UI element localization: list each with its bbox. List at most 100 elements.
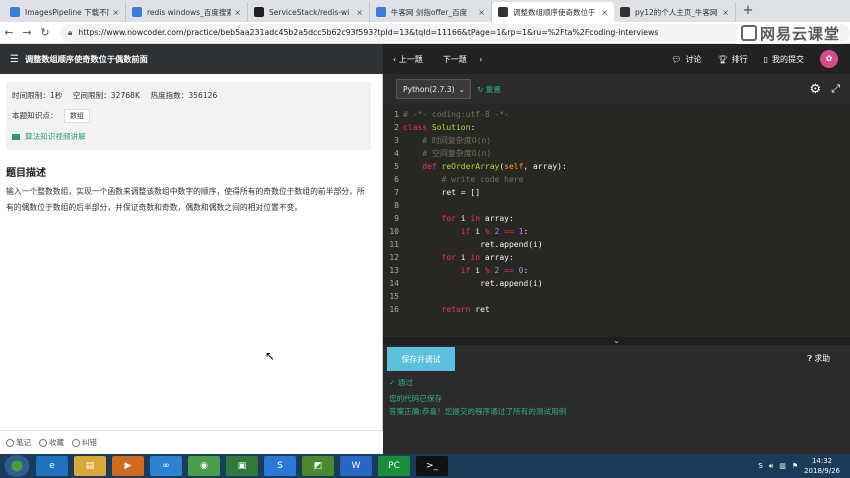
my-submissions-link[interactable]: ▯ 我的提交 [764,54,804,65]
close-tab-icon[interactable]: × [478,8,485,17]
code-line: 8 [383,199,850,212]
system-tray: S 🔊︎ ▥ ⚑ 14:32 2018/9/26 [758,456,850,476]
collapse-console-chevron-icon[interactable]: ⌄ [383,337,850,345]
clock[interactable]: 14:32 2018/9/26 [804,456,840,476]
next-problem-link[interactable]: 下一题 › [443,54,483,65]
line-number: 13 [389,266,399,275]
code-line: 6 # write code here [383,173,850,186]
avatar[interactable]: ✿ [820,50,838,68]
chrome-icon[interactable]: ◉ [188,456,220,476]
code-token: # write code here [403,175,524,184]
memory-limit: 空间限制：32768K [72,91,140,100]
video-icon [12,133,20,140]
volume-icon[interactable]: 🔊︎ [769,462,773,471]
help-button[interactable]: ❓︎ 求助 [807,353,830,364]
code-line: 15 [383,290,850,303]
close-tab-icon[interactable]: × [356,8,363,17]
help-label: 求助 [814,354,830,363]
browser-tab-label: py12的个人主页_牛客网 [635,7,718,17]
close-tab-icon[interactable]: × [722,8,729,17]
close-tab-icon[interactable]: × [112,8,119,17]
ie-icon[interactable]: e [36,456,68,476]
code-token: ret = [] [403,188,481,197]
forward-arrow-icon[interactable]: → [18,26,36,39]
note-icon [6,438,14,447]
heat-index: 热度指数：356126 [150,91,218,100]
favicon-icon [498,7,508,17]
browser-tab[interactable]: 牛客网 剑指offer_百度 × [370,2,492,22]
code-token: array: [484,214,514,223]
fullscreen-icon[interactable]: ⤢ [831,82,840,96]
code-token: for [403,253,461,262]
save-and-debug-button[interactable]: 保存并调试 [387,347,455,371]
url-input[interactable]: 🔒︎ https://www.nowcoder.com/practice/beb… [60,23,850,42]
browser-tab[interactable]: py12的个人主页_牛客网 × [614,2,736,22]
favorite-button[interactable]: 收藏 [39,437,64,448]
next-problem-label: 下一题 [442,54,467,64]
menu-icon[interactable]: ☰ [10,54,19,65]
code-token: if [403,227,476,236]
problem-panel: 时间限制：1秒 空间限制：32768K 热度指数：356126 本题知识点： 数… [0,74,383,454]
watermark-logo: 网易云课堂 [736,22,840,44]
code-editor[interactable]: 1 # -*- coding:utf-8 -*- 2 class Solution: 3… [383,104,850,337]
language-select-value: Python(2.7.3) [403,84,455,94]
problem-footer: 笔记 收藏 纠错 [0,430,383,454]
report-error-button[interactable]: 纠错 [72,437,97,448]
problem-header: ☰ 调整数组顺序使奇数位于偶数前面 [0,44,383,74]
line-number: 9 [394,214,399,223]
code-token: == [504,227,519,236]
browser-tab[interactable]: ServiceStack/redis-wi × [248,2,370,22]
start-button-icon[interactable] [4,455,30,477]
screen-recorder-icon[interactable]: ▣ [226,456,258,476]
saved-message: 您的代码已保存 [389,394,443,403]
url-text: https://www.nowcoder.com/practice/beb5aa… [78,28,659,37]
flag-icon[interactable]: ⚑ [792,462,798,470]
notes-button[interactable]: 笔记 [6,437,31,448]
close-tab-icon[interactable]: × [234,8,241,17]
reset-button[interactable]: ↻ 重置 [477,84,501,95]
browser-tab[interactable]: redis windows_百度搜索 × [126,2,248,22]
browser-tab-label: ImagesPipeline 下载不同 [25,7,110,17]
language-select[interactable]: Python(2.7.3) ⌄ [396,79,471,99]
terminal-icon[interactable]: >_ [416,456,448,476]
discuss-label: 讨论 [685,54,702,64]
code-line: 13 if i % 2 == 0: [383,264,850,277]
video-explanation-link[interactable]: 算法知识视频讲解 [12,131,365,142]
code-line: 16 return ret [383,303,850,316]
code-token: : [523,266,529,275]
video-link-label: 算法知识视频讲解 [25,132,86,141]
document-icon: ▯ [763,54,768,64]
sogou-tray-icon[interactable]: S [758,462,762,470]
media-icon[interactable]: ▶ [112,456,144,476]
network-icon[interactable]: ▥ [779,462,786,470]
code-token: # -*- coding:utf-8 -*- [403,110,509,119]
back-arrow-icon[interactable]: ← [0,26,18,39]
browser-tab-label: ServiceStack/redis-wi [269,7,350,17]
pass-status: ✓ 通过 [389,378,413,387]
wps-icon[interactable]: W [340,456,372,476]
code-token: 2 [494,266,505,275]
favicon-icon [132,7,142,17]
folder-icon[interactable]: ▤ [74,456,106,476]
new-tab-button[interactable]: + [740,2,756,22]
knowledge-tag[interactable]: 数组 [63,109,90,123]
browser-tab-label: redis windows_百度搜索 [147,7,232,17]
browser-tab-label: 牛客网 剑指offer_百度 [391,7,468,17]
gear-icon[interactable]: ⚙ [810,82,822,97]
code-token: : [523,227,529,236]
watermark-text: 网易云课堂 [759,24,840,43]
line-number: 3 [394,136,399,145]
image-viewer-icon[interactable]: ◩ [302,456,334,476]
pycharm-icon[interactable]: PC [378,456,410,476]
baidu-netdisk-icon[interactable]: ∞ [150,456,182,476]
browser-tab[interactable]: 调整数组顺序使奇数位于 × [492,2,614,22]
discuss-link[interactable]: 💬︎ 讨论 [671,54,701,65]
sogou-icon[interactable]: S [264,456,296,476]
reload-icon[interactable]: ↻ [36,26,54,39]
code-token: ret [475,305,490,314]
browser-tab[interactable]: ImagesPipeline 下载不同 × [4,2,126,22]
ranking-link[interactable]: 🏆︎ 排行 [717,54,747,65]
clock-date: 2018/9/26 [804,467,840,475]
close-tab-icon[interactable]: × [601,8,608,17]
prev-problem-link[interactable]: ‹ 上一题 [393,54,433,65]
